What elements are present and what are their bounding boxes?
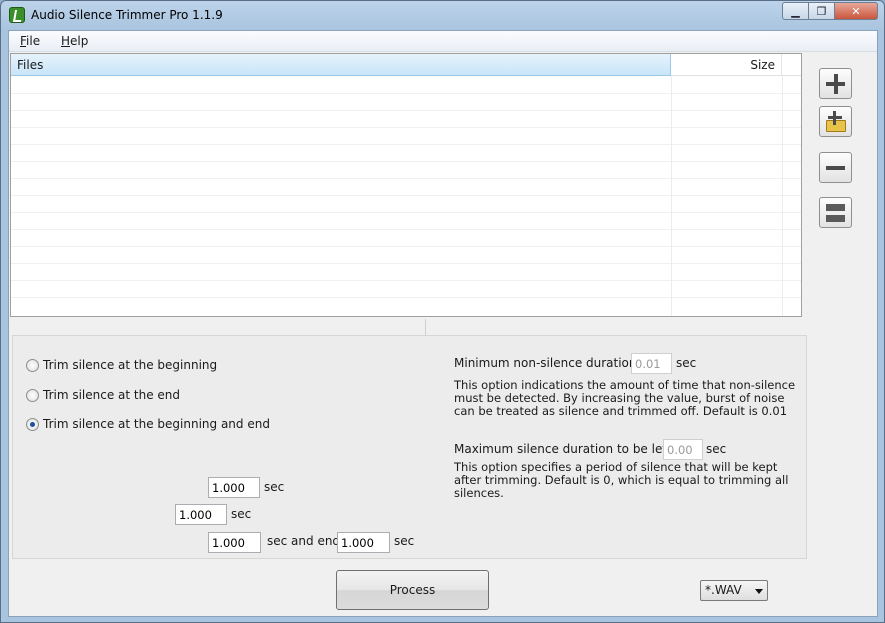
radio-button[interactable]: [26, 388, 39, 402]
radio-trim-end-label: Trim silence at the end: [43, 388, 181, 402]
trim-both-begin-unit: sec and end: [267, 534, 341, 548]
menu-help[interactable]: Help: [61, 34, 88, 48]
row-divider: [11, 229, 801, 230]
output-format-select[interactable]: *.WAV: [700, 580, 768, 601]
close-button[interactable]: ✕: [834, 2, 878, 20]
max-silence-description: This option specifies a period of silenc…: [454, 461, 799, 500]
description-line: silences.: [454, 486, 504, 500]
row-divider: [11, 93, 801, 94]
row-divider: [11, 263, 801, 264]
trim-end-unit: sec: [231, 507, 252, 521]
trim-end-seconds-input[interactable]: [175, 504, 227, 525]
radio-button-selected[interactable]: [26, 417, 39, 431]
max-silence-unit: sec: [706, 442, 727, 456]
column-divider: [671, 76, 672, 316]
row-divider: [11, 178, 801, 179]
row-divider: [11, 297, 801, 298]
min-nonsilence-unit: sec: [676, 356, 697, 370]
title-bar[interactable]: Audio Silence Trimmer Pro 1.1.9 ▁ ❐ ✕: [1, 1, 884, 30]
menu-bar: File Help: [9, 31, 877, 52]
output-format-value: *.WAV: [705, 583, 742, 597]
row-divider: [11, 246, 801, 247]
trim-both-begin-seconds-input[interactable]: [208, 532, 261, 553]
row-divider: [11, 195, 801, 196]
menu-help-label: elp: [70, 34, 89, 48]
min-nonsilence-input[interactable]: [631, 353, 672, 374]
row-divider: [11, 110, 801, 111]
radio-trim-beginning-label: Trim silence at the beginning: [43, 358, 218, 372]
trim-beginning-seconds-input[interactable]: [208, 477, 260, 498]
app-logo-icon: [9, 7, 25, 23]
description-line: can be treated as silence and trimmed of…: [454, 404, 788, 418]
file-list-rows: [11, 76, 801, 316]
max-silence-input[interactable]: [663, 439, 703, 460]
add-files-button[interactable]: [819, 68, 852, 99]
radio-trim-end[interactable]: Trim silence at the end: [26, 388, 180, 402]
trim-both-end-seconds-input[interactable]: [337, 532, 390, 553]
dropdown-arrow-icon: [755, 589, 763, 594]
menu-file[interactable]: File: [20, 34, 40, 48]
column-header-size[interactable]: Size: [672, 54, 782, 76]
window-controls: ▁ ❐ ✕: [782, 2, 878, 20]
clear-list-button[interactable]: [819, 197, 852, 228]
file-list[interactable]: Files Size: [10, 53, 802, 317]
row-divider: [11, 280, 801, 281]
radio-trim-beginning[interactable]: Trim silence at the beginning: [26, 358, 217, 372]
column-divider: [782, 76, 783, 316]
panel-splitter[interactable]: [10, 319, 804, 335]
maximize-button[interactable]: ❐: [808, 2, 834, 20]
radio-trim-both-label: Trim silence at the beginning and end: [43, 417, 270, 431]
max-silence-label: Maximum silence duration to be left: [454, 442, 672, 456]
column-header-files[interactable]: Files: [11, 54, 671, 76]
splitter-grip: [425, 319, 426, 335]
client-area: File Help Files Size Trim silence at the…: [8, 30, 878, 617]
close-icon: ✕: [851, 4, 861, 18]
process-button[interactable]: Process: [336, 570, 489, 610]
trim-beginning-unit: sec: [264, 480, 285, 494]
radio-trim-both[interactable]: Trim silence at the beginning and end: [26, 417, 270, 431]
row-divider: [11, 127, 801, 128]
remove-file-button[interactable]: [819, 152, 852, 183]
radio-button[interactable]: [26, 358, 39, 372]
menu-file-label: ile: [26, 34, 41, 48]
file-list-header: Files Size: [11, 54, 801, 76]
app-window: Audio Silence Trimmer Pro 1.1.9 ▁ ❐ ✕ Fi…: [0, 0, 885, 623]
window-title: Audio Silence Trimmer Pro 1.1.9: [31, 8, 223, 22]
minimize-icon: ▁: [791, 4, 800, 18]
menu-help-mnemonic: H: [61, 34, 71, 48]
min-nonsilence-description: This option indications the amount of ti…: [454, 379, 799, 418]
min-nonsilence-label: Minimum non-silence duration: [454, 356, 637, 370]
minimize-button[interactable]: ▁: [782, 2, 808, 20]
row-divider: [11, 161, 801, 162]
description-line: after trimming. Default is 0, which is e…: [454, 473, 789, 487]
add-folder-button[interactable]: [819, 106, 852, 137]
restore-icon: ❐: [816, 4, 827, 18]
row-divider: [11, 212, 801, 213]
trim-options-panel: Trim silence at the beginning Trim silen…: [12, 335, 807, 559]
trim-both-end-unit: sec: [394, 534, 415, 548]
row-divider: [11, 144, 801, 145]
